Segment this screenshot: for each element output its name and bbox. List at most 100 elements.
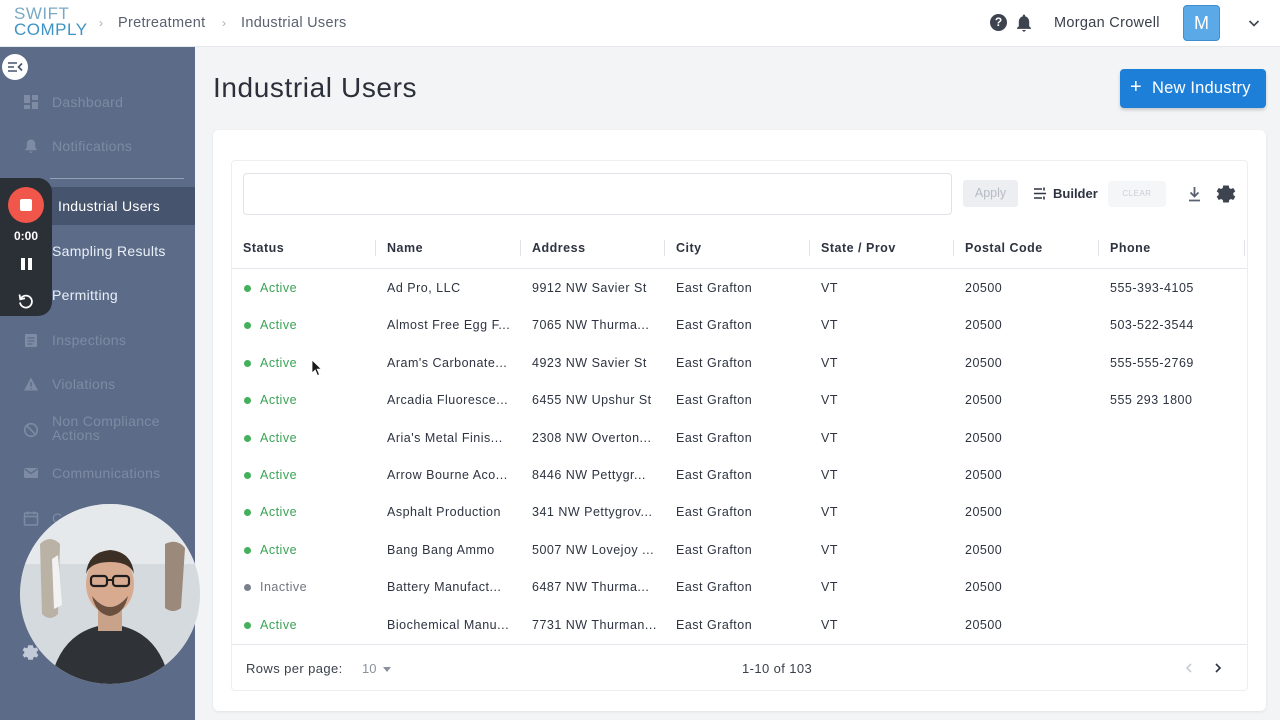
name-cell: Almost Free Egg F... — [387, 318, 511, 333]
table-row[interactable]: Active Aria's Metal Finis... 2308 NW Overt… — [232, 419, 1247, 456]
table-row[interactable]: Active Arcadia Fluoresce... 6455 NW Upshur… — [232, 381, 1247, 418]
table-row[interactable]: Active Biochemical Manu... 7731 NW Thurman… — [232, 606, 1247, 643]
city-cell: East Grafton — [676, 318, 753, 333]
calendar-icon — [23, 511, 39, 526]
status-dot-icon — [244, 621, 251, 629]
column-header-phone[interactable]: Phone — [1110, 240, 1151, 256]
name-cell: Ad Pro, LLC — [387, 281, 461, 295]
table-row[interactable]: Active Almost Free Egg F... 7065 NW Thurma… — [232, 306, 1247, 343]
state-cell: VT — [821, 542, 838, 557]
restart-icon[interactable] — [17, 292, 35, 310]
status-cell: Active — [260, 355, 298, 370]
table-row[interactable]: Inactive Battery Manufact... 6487 NW Thurm… — [232, 568, 1247, 605]
status-cell: Active — [260, 468, 298, 482]
sidebar-item-violations[interactable]: Violations — [0, 365, 195, 403]
column-separator[interactable] — [1098, 240, 1099, 256]
screen-recorder-controls: 0:00 — [0, 178, 52, 316]
stop-recording-button[interactable] — [8, 187, 44, 223]
user-name[interactable]: Morgan Crowell — [1054, 13, 1160, 33]
clear-button[interactable]: CLEAR — [1108, 181, 1166, 207]
apply-button[interactable]: Apply — [963, 180, 1018, 207]
status-dot-icon — [244, 434, 251, 442]
sidebar-item-dashboard[interactable]: Dashboard — [0, 83, 195, 121]
column-separator[interactable] — [1244, 240, 1245, 256]
menu-collapse-icon — [8, 62, 23, 72]
address-cell: 4923 NW Savier St — [532, 355, 647, 370]
breadcrumb-separator-icon: › — [222, 16, 226, 30]
column-header-city[interactable]: City — [676, 240, 702, 256]
state-cell: VT — [821, 355, 838, 370]
address-cell: 8446 NW Pettygr... — [532, 468, 646, 482]
table-header: Status Name Address City State / Prov Po… — [232, 227, 1247, 269]
state-cell: VT — [821, 617, 838, 632]
download-icon[interactable] — [1187, 186, 1202, 202]
table-row[interactable]: Active Aram's Carbonate... 4923 NW Savier … — [232, 344, 1247, 381]
filter-input[interactable] — [243, 173, 952, 215]
column-separator[interactable] — [664, 240, 665, 256]
postal-cell: 20500 — [965, 542, 1003, 557]
industrial-users-card: Apply Builder CLEAR Status Name Address … — [213, 130, 1266, 711]
chevron-down-icon[interactable] — [1246, 15, 1262, 31]
state-cell: VT — [821, 505, 838, 520]
previous-page-icon[interactable] — [1182, 659, 1196, 677]
address-cell: 7731 NW Thurman... — [532, 617, 657, 632]
city-cell: East Grafton — [676, 580, 753, 595]
table-row[interactable]: Active Bang Bang Ammo 5007 NW Lovejoy ... E… — [232, 531, 1247, 568]
help-icon[interactable]: ? — [990, 14, 1007, 31]
city-cell: East Grafton — [676, 468, 753, 482]
block-icon — [23, 422, 39, 438]
status-cell: Active — [260, 617, 298, 632]
column-separator[interactable] — [953, 240, 954, 256]
city-cell: East Grafton — [676, 355, 753, 370]
sidebar-item-label: Inspections — [52, 332, 127, 348]
status-cell: Active — [260, 542, 298, 557]
column-header-state[interactable]: State / Prov — [821, 240, 896, 256]
sidebar-item-non-compliance-actions[interactable]: Non Compliance Actions — [0, 411, 195, 449]
table-row[interactable]: Active Asphalt Production 341 NW Pettygrov… — [232, 493, 1247, 530]
column-header-postal-code[interactable]: Postal Code — [965, 240, 1043, 256]
next-page-icon[interactable] — [1211, 659, 1225, 677]
caret-down-icon[interactable] — [383, 667, 391, 672]
state-cell: VT — [821, 281, 838, 295]
new-industry-label: New Industry — [1152, 79, 1251, 97]
sidebar-item-label: Industrial Users — [58, 198, 161, 214]
builder-button[interactable]: Builder — [1033, 182, 1103, 206]
swiftcomply-logo[interactable]: SWIFT COMPLY — [14, 5, 92, 40]
status-cell: Active — [260, 281, 298, 295]
column-header-name[interactable]: Name — [387, 240, 423, 256]
name-cell: Arcadia Fluoresce... — [387, 393, 509, 408]
address-cell: 6487 NW Thurma... — [532, 580, 650, 595]
column-separator[interactable] — [809, 240, 810, 256]
logo-line-2: COMPLY — [14, 20, 88, 39]
sidebar-item-label: Communications — [52, 465, 161, 481]
status-dot-icon — [244, 322, 251, 330]
mouse-cursor-icon — [311, 359, 323, 377]
sidebar-item-communications[interactable]: Communications — [0, 454, 195, 492]
avatar[interactable]: M — [1183, 5, 1220, 41]
column-header-status[interactable]: Status — [243, 240, 284, 256]
webcam-video — [20, 504, 200, 684]
column-separator[interactable] — [520, 240, 521, 256]
pause-icon[interactable] — [20, 257, 33, 271]
new-industry-button[interactable]: + New Industry — [1120, 69, 1266, 108]
address-cell: 7065 NW Thurma... — [532, 318, 650, 333]
bell-icon[interactable] — [1015, 13, 1033, 33]
table-row[interactable]: Active Ad Pro, LLC 9912 NW Savier St East G… — [232, 269, 1247, 306]
collapse-sidebar-button[interactable] — [2, 54, 28, 80]
name-cell: Aram's Carbonate... — [387, 355, 508, 370]
settings-gear-icon[interactable] — [1216, 184, 1236, 204]
phone-cell: 555-393-4105 — [1110, 281, 1194, 295]
page-title: Industrial Users — [213, 72, 418, 103]
sidebar-item-notifications[interactable]: Notifications — [0, 127, 195, 165]
warning-icon — [24, 377, 38, 391]
column-header-address[interactable]: Address — [532, 240, 586, 256]
postal-cell: 20500 — [965, 505, 1003, 520]
sidebar-item-inspections[interactable]: Inspections — [0, 321, 195, 359]
rows-per-page-select[interactable]: 10 — [362, 661, 376, 677]
table-row[interactable]: Active Arrow Bourne Aco... 8446 NW Pettygr… — [232, 456, 1247, 493]
bell-icon — [25, 139, 37, 153]
table-pagination: Rows per page: 10 1-10 of 103 — [232, 644, 1247, 690]
column-separator[interactable] — [375, 240, 376, 256]
breadcrumb-pretreatment[interactable]: Pretreatment — [118, 13, 205, 33]
status-dot-icon — [244, 546, 251, 554]
